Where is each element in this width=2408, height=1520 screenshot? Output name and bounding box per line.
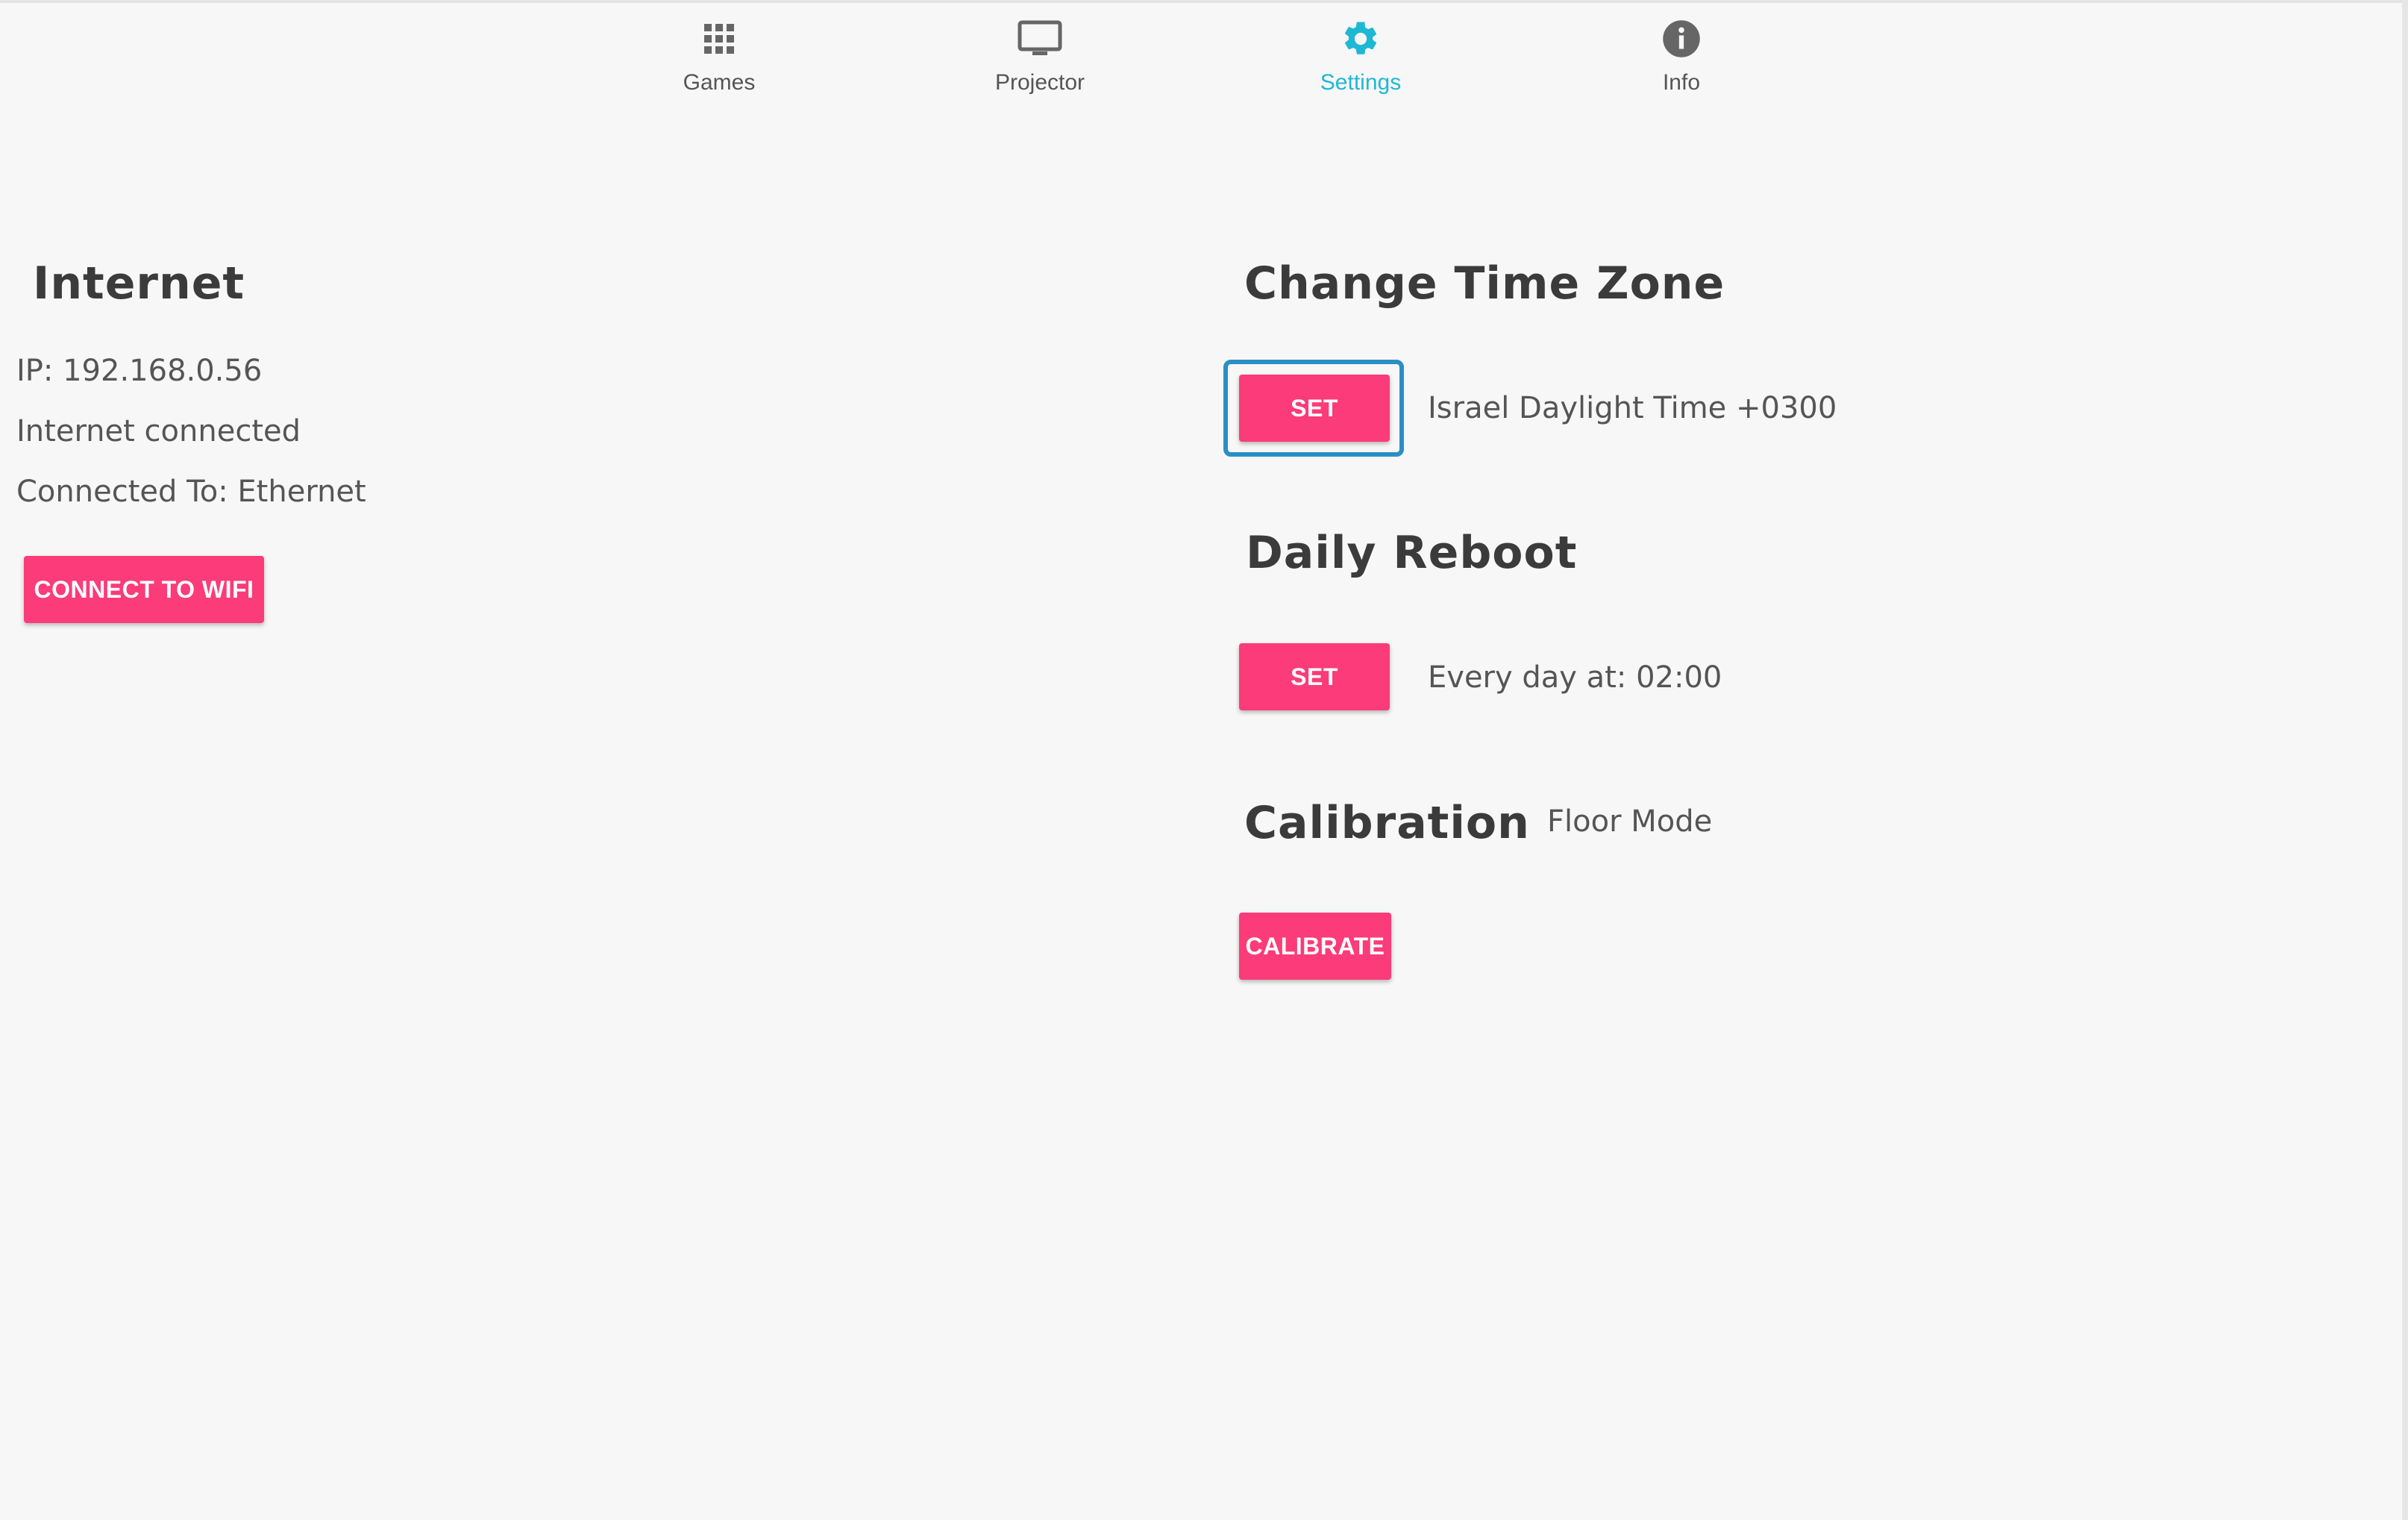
tab-info[interactable]: Info xyxy=(1584,15,1778,104)
grid-icon xyxy=(695,15,743,63)
top-edge xyxy=(0,0,2408,3)
timezone-value: Israel Daylight Time +0300 xyxy=(1428,391,1837,425)
tab-projector-label: Projector xyxy=(994,70,1085,95)
tab-info-label: Info xyxy=(1662,70,1701,95)
reboot-value: Every day at: 02:00 xyxy=(1428,660,1722,695)
tab-games-label: Games xyxy=(683,70,756,95)
timezone-set-button[interactable]: SET xyxy=(1239,375,1390,442)
monitor-icon xyxy=(1016,15,1064,63)
info-icon xyxy=(1658,15,1705,63)
calibrate-button[interactable]: CALIBRATE xyxy=(1239,913,1391,980)
internet-status: Internet connected xyxy=(16,414,301,448)
tab-games[interactable]: Games xyxy=(622,15,816,104)
tab-projector[interactable]: Projector xyxy=(943,15,1137,104)
calibration-title: Calibration xyxy=(1244,797,1530,849)
reboot-title: Daily Reboot xyxy=(1246,527,1578,579)
reboot-set-button[interactable]: SET xyxy=(1239,643,1390,710)
tab-settings-label: Settings xyxy=(1320,70,1402,95)
connection-type: Connected To: Ethernet xyxy=(16,475,366,509)
ip-address: IP: 192.168.0.56 xyxy=(16,354,263,388)
calibration-mode: Floor Mode xyxy=(1547,804,1713,839)
connect-wifi-button[interactable]: CONNECT TO WIFI xyxy=(24,556,264,623)
right-edge xyxy=(2402,0,2408,1520)
gear-icon xyxy=(1337,15,1385,63)
internet-title: Internet xyxy=(33,257,245,310)
tab-settings[interactable]: Settings xyxy=(1264,15,1458,104)
timezone-title: Change Time Zone xyxy=(1244,257,1725,310)
